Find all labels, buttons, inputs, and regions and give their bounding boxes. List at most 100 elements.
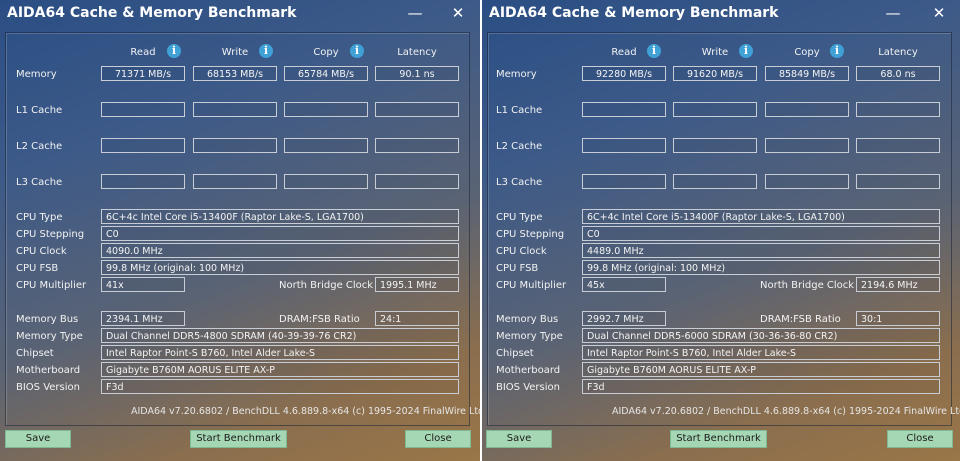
motherboard-label: Motherboard <box>16 365 81 376</box>
l2-read-value <box>101 138 185 153</box>
row-label-l3: L3 Cache <box>16 177 63 188</box>
l1-copy-value <box>284 102 368 117</box>
write-info-icon[interactable]: i <box>739 44 753 58</box>
copy-info-icon[interactable]: i <box>350 44 364 58</box>
l1-latency-value <box>856 102 940 117</box>
memory-copy-value: 85849 MB/s <box>765 66 849 81</box>
memory-latency-value: 90.1 ns <box>375 66 459 81</box>
l3-write-value <box>673 174 757 189</box>
l2-copy-value <box>765 138 849 153</box>
memory-bus-label: Memory Bus <box>496 314 559 325</box>
footer-copyright: AIDA64 v7.20.6802 / BenchDLL 4.6.889.8-x… <box>612 406 960 417</box>
close-button[interactable]: Close <box>405 430 471 448</box>
memory-bus-value: 2992.7 MHz <box>582 311 666 326</box>
l1-latency-value <box>375 102 459 117</box>
copy-info-icon[interactable]: i <box>830 44 844 58</box>
benchmark-window-left: AIDA64 Cache & Memory Benchmark — ✕ Read… <box>0 0 480 461</box>
cpu-type-value: 6C+4c Intel Core i5-13400F (Raptor Lake-… <box>101 209 459 224</box>
header-latency: Latency <box>397 47 437 58</box>
save-button[interactable]: Save <box>5 430 71 448</box>
l1-copy-value <box>765 102 849 117</box>
row-label-l2: L2 Cache <box>496 141 543 152</box>
l3-copy-value <box>765 174 849 189</box>
l1-write-value <box>193 102 277 117</box>
nb-clock-label: North Bridge Clock <box>760 280 855 291</box>
l3-read-value <box>101 174 185 189</box>
close-button[interactable]: Close <box>887 430 953 448</box>
cpu-fsb-value: 99.8 MHz (original: 100 MHz) <box>582 260 940 275</box>
l3-write-value <box>193 174 277 189</box>
bios-label: BIOS Version <box>16 382 80 393</box>
cpu-type-label: CPU Type <box>496 212 543 223</box>
cpu-multiplier-value: 45x <box>582 277 666 292</box>
nb-clock-value: 2194.6 MHz <box>856 277 940 292</box>
cpu-fsb-value: 99.8 MHz (original: 100 MHz) <box>101 260 459 275</box>
row-label-l3: L3 Cache <box>496 177 543 188</box>
l3-copy-value <box>284 174 368 189</box>
cpu-fsb-label: CPU FSB <box>496 263 539 274</box>
close-window-button[interactable]: ✕ <box>924 2 954 24</box>
minimize-button[interactable]: — <box>878 2 908 24</box>
chipset-value: Intel Raptor Point-S B760, Intel Alder L… <box>101 345 459 360</box>
benchmark-window-right: AIDA64 Cache & Memory Benchmark — ✕ Read… <box>482 0 960 461</box>
start-benchmark-button[interactable]: Start Benchmark <box>190 430 287 448</box>
row-label-l2: L2 Cache <box>16 141 63 152</box>
cpu-stepping-label: CPU Stepping <box>496 229 565 240</box>
l3-latency-value <box>856 174 940 189</box>
l2-write-value <box>193 138 277 153</box>
memory-bus-label: Memory Bus <box>16 314 79 325</box>
nb-clock-value: 1995.1 MHz <box>375 277 459 292</box>
footer-copyright: AIDA64 v7.20.6802 / BenchDLL 4.6.889.8-x… <box>131 406 480 417</box>
row-label-memory: Memory <box>16 69 57 80</box>
cpu-clock-label: CPU Clock <box>496 246 547 257</box>
dram-ratio-label: DRAM:FSB Ratio <box>760 314 841 325</box>
bios-label: BIOS Version <box>496 382 560 393</box>
l3-read-value <box>582 174 666 189</box>
l2-copy-value <box>284 138 368 153</box>
nb-clock-label: North Bridge Clock <box>279 280 374 291</box>
header-latency: Latency <box>878 47 918 58</box>
cpu-clock-label: CPU Clock <box>16 246 67 257</box>
chipset-label: Chipset <box>496 348 534 359</box>
memory-write-value: 91620 MB/s <box>673 66 757 81</box>
save-button[interactable]: Save <box>486 430 552 448</box>
window-title: AIDA64 Cache & Memory Benchmark <box>7 5 297 21</box>
read-info-icon[interactable]: i <box>647 44 661 58</box>
row-label-l1: L1 Cache <box>16 105 63 116</box>
bios-value: F3d <box>582 379 940 394</box>
cpu-clock-value: 4090.0 MHz <box>101 243 459 258</box>
title-bar[interactable]: AIDA64 Cache & Memory Benchmark — ✕ <box>482 0 960 28</box>
chipset-value: Intel Raptor Point-S B760, Intel Alder L… <box>582 345 940 360</box>
cpu-multiplier-label: CPU Multiplier <box>16 280 87 291</box>
row-label-memory: Memory <box>496 69 537 80</box>
cpu-stepping-value: C0 <box>101 226 459 241</box>
window-title: AIDA64 Cache & Memory Benchmark <box>489 5 779 21</box>
motherboard-value: Gigabyte B760M AORUS ELITE AX-P <box>101 362 459 377</box>
memory-type-value: Dual Channel DDR5-6000 SDRAM (30-36-36-8… <box>582 328 940 343</box>
cpu-multiplier-label: CPU Multiplier <box>496 280 567 291</box>
minimize-button[interactable]: — <box>400 2 430 24</box>
cpu-type-value: 6C+4c Intel Core i5-13400F (Raptor Lake-… <box>582 209 940 224</box>
write-info-icon[interactable]: i <box>259 44 273 58</box>
cpu-stepping-label: CPU Stepping <box>16 229 85 240</box>
memory-read-value: 71371 MB/s <box>101 66 185 81</box>
memory-type-label: Memory Type <box>16 331 83 342</box>
l3-latency-value <box>375 174 459 189</box>
start-benchmark-button[interactable]: Start Benchmark <box>670 430 767 448</box>
memory-read-value: 92280 MB/s <box>582 66 666 81</box>
dram-ratio-value: 24:1 <box>375 311 459 326</box>
cpu-multiplier-value: 41x <box>101 277 185 292</box>
l2-latency-value <box>375 138 459 153</box>
title-bar[interactable]: AIDA64 Cache & Memory Benchmark — ✕ <box>0 0 480 28</box>
l1-read-value <box>582 102 666 117</box>
motherboard-label: Motherboard <box>496 365 561 376</box>
close-window-button[interactable]: ✕ <box>443 2 473 24</box>
l1-write-value <box>673 102 757 117</box>
dram-ratio-value: 30:1 <box>856 311 940 326</box>
row-label-l1: L1 Cache <box>496 105 543 116</box>
bios-value: F3d <box>101 379 459 394</box>
read-info-icon[interactable]: i <box>167 44 181 58</box>
l1-read-value <box>101 102 185 117</box>
memory-write-value: 68153 MB/s <box>193 66 277 81</box>
cpu-clock-value: 4489.0 MHz <box>582 243 940 258</box>
